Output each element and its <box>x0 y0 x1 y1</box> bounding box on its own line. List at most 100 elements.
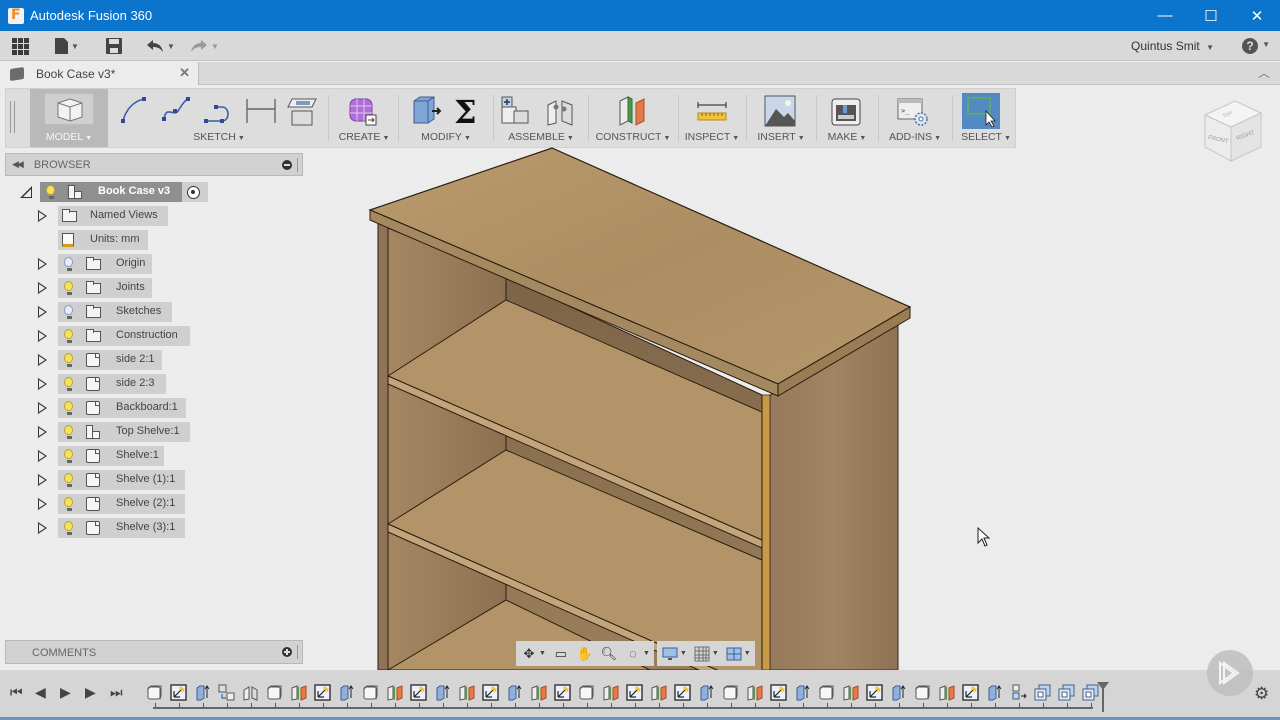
pan-icon[interactable]: ✋ <box>576 645 594 663</box>
timeline-tick <box>755 703 756 707</box>
timeline-feature-sketch-icon[interactable] <box>554 684 571 701</box>
timeline: ⏮ ◀ ▶ ▶ ⏭ <box>0 670 1280 720</box>
timeline-tick <box>155 703 156 707</box>
timeline-marker[interactable] <box>1097 682 1109 712</box>
viewcube[interactable]: TOP FRONT RIGHT <box>1197 95 1267 170</box>
timeline-feature-plane-icon[interactable] <box>458 684 475 701</box>
timeline-tick <box>731 703 732 707</box>
timeline-feature-body-icon[interactable] <box>266 684 283 701</box>
chevron-down-icon[interactable]: ▼ <box>539 650 546 657</box>
timeline-tick <box>467 703 468 707</box>
timeline-feature-sketch-icon[interactable] <box>314 684 331 701</box>
timeline-feature-plane-icon[interactable] <box>842 684 859 701</box>
timeline-tick <box>971 703 972 707</box>
step-forward-icon[interactable]: ▶ <box>60 685 75 700</box>
timeline-feature-extrude-icon[interactable] <box>434 684 451 701</box>
side-panel-left[interactable] <box>387 227 507 670</box>
timeline-feature-extrude-icon[interactable] <box>506 684 523 701</box>
timeline-feature-extrude-icon[interactable] <box>698 684 715 701</box>
chevron-down-icon[interactable]: ▼ <box>680 650 687 657</box>
timeline-feature-sketch-icon[interactable] <box>170 684 187 701</box>
timeline-tick <box>419 703 420 707</box>
timeline-feature-body-icon[interactable] <box>578 684 595 701</box>
timeline-feature-body-icon[interactable] <box>818 684 835 701</box>
go-to-start-icon[interactable]: ⏮ <box>10 685 25 700</box>
timeline-tick <box>803 703 804 707</box>
timeline-tick <box>875 703 876 707</box>
side-panel-right-edge[interactable] <box>761 394 771 670</box>
timeline-feature-plane-icon[interactable] <box>938 684 955 701</box>
chevron-down-icon[interactable]: ▼ <box>643 650 650 657</box>
timeline-feature-extrude-icon[interactable] <box>986 684 1003 701</box>
bookcase-model[interactable] <box>368 147 912 670</box>
look-at-icon[interactable]: ▭ <box>552 645 570 663</box>
fit-icon[interactable]: ◌ <box>624 645 642 663</box>
canvas-3d-model[interactable] <box>0 0 1280 670</box>
timeline-tick <box>635 703 636 707</box>
timeline-feature-sketch-icon[interactable] <box>770 684 787 701</box>
timeline-tick <box>179 703 180 707</box>
timeline-feature-move-icon[interactable] <box>218 684 235 701</box>
timeline-feature-component-icon[interactable] <box>1034 684 1051 701</box>
timeline-tick <box>707 703 708 707</box>
orbit-icon[interactable]: ✥ <box>520 645 538 663</box>
timeline-feature-component-icon[interactable] <box>1058 684 1075 701</box>
timeline-feature-extrude-icon[interactable] <box>794 684 811 701</box>
timeline-feature-plane-icon[interactable] <box>530 684 547 701</box>
zoom-icon[interactable]: 🔍︎ <box>600 645 618 663</box>
timeline-feature-extrude-icon[interactable] <box>338 684 355 701</box>
timeline-tick <box>611 703 612 707</box>
video-play-badge[interactable] <box>1207 650 1253 696</box>
timeline-tick <box>683 703 684 707</box>
timeline-feature-extrude-icon[interactable] <box>194 684 211 701</box>
timeline-feature-sketch-icon[interactable] <box>482 684 499 701</box>
timeline-feature-sketch-icon[interactable] <box>866 684 883 701</box>
timeline-tick <box>947 703 948 707</box>
timeline-feature-body-icon[interactable] <box>146 684 163 701</box>
timeline-feature-extrude-icon[interactable] <box>890 684 907 701</box>
timeline-feature-joint-icon[interactable] <box>242 684 259 701</box>
timeline-tick <box>563 703 564 707</box>
play-icon[interactable]: ▶ <box>85 685 100 700</box>
timeline-tick <box>323 703 324 707</box>
timeline-feature-plane-icon[interactable] <box>746 684 763 701</box>
chevron-down-icon[interactable]: ▼ <box>744 650 751 657</box>
timeline-tick <box>371 703 372 707</box>
timeline-tick <box>1091 703 1092 707</box>
timeline-tick <box>779 703 780 707</box>
timeline-tick <box>299 703 300 707</box>
timeline-tick <box>491 703 492 707</box>
timeline-feature-body-icon[interactable] <box>722 684 739 701</box>
timeline-tick <box>899 703 900 707</box>
timeline-feature-plane-icon[interactable] <box>650 684 667 701</box>
timeline-feature-sketch-icon[interactable] <box>410 684 427 701</box>
timeline-feature-align-icon[interactable] <box>1010 684 1027 701</box>
timeline-feature-body-icon[interactable] <box>362 684 379 701</box>
timeline-settings-gear-icon[interactable]: ⚙ <box>1254 684 1269 704</box>
timeline-feature-plane-icon[interactable] <box>386 684 403 701</box>
timeline-tick <box>347 703 348 707</box>
navigation-bar: ✥ ▼ ▭ ✋ 🔍︎ ◌ ▼ ▼ ▼ ▼ <box>516 641 762 666</box>
chevron-down-icon[interactable]: ▼ <box>712 650 719 657</box>
viewports-icon[interactable] <box>725 645 743 663</box>
go-to-end-icon[interactable]: ⏭ <box>110 685 125 700</box>
step-back-icon[interactable]: ◀ <box>35 685 50 700</box>
timeline-tick <box>827 703 828 707</box>
display-settings-icon[interactable] <box>661 645 679 663</box>
timeline-tick <box>587 703 588 707</box>
timeline-feature-sketch-icon[interactable] <box>626 684 643 701</box>
timeline-tick <box>515 703 516 707</box>
timeline-feature-body-icon[interactable] <box>914 684 931 701</box>
timeline-feature-sketch-icon[interactable] <box>674 684 691 701</box>
timeline-tick <box>227 703 228 707</box>
timeline-tick <box>1019 703 1020 707</box>
grid-snaps-icon[interactable] <box>693 645 711 663</box>
timeline-feature-sketch-icon[interactable] <box>962 684 979 701</box>
timeline-feature-plane-icon[interactable] <box>290 684 307 701</box>
side-panel-left-edge[interactable] <box>377 221 389 670</box>
timeline-feature-plane-icon[interactable] <box>602 684 619 701</box>
timeline-tick <box>851 703 852 707</box>
timeline-tick <box>923 703 924 707</box>
timeline-ruler[interactable] <box>153 703 1093 709</box>
timeline-tick <box>539 703 540 707</box>
